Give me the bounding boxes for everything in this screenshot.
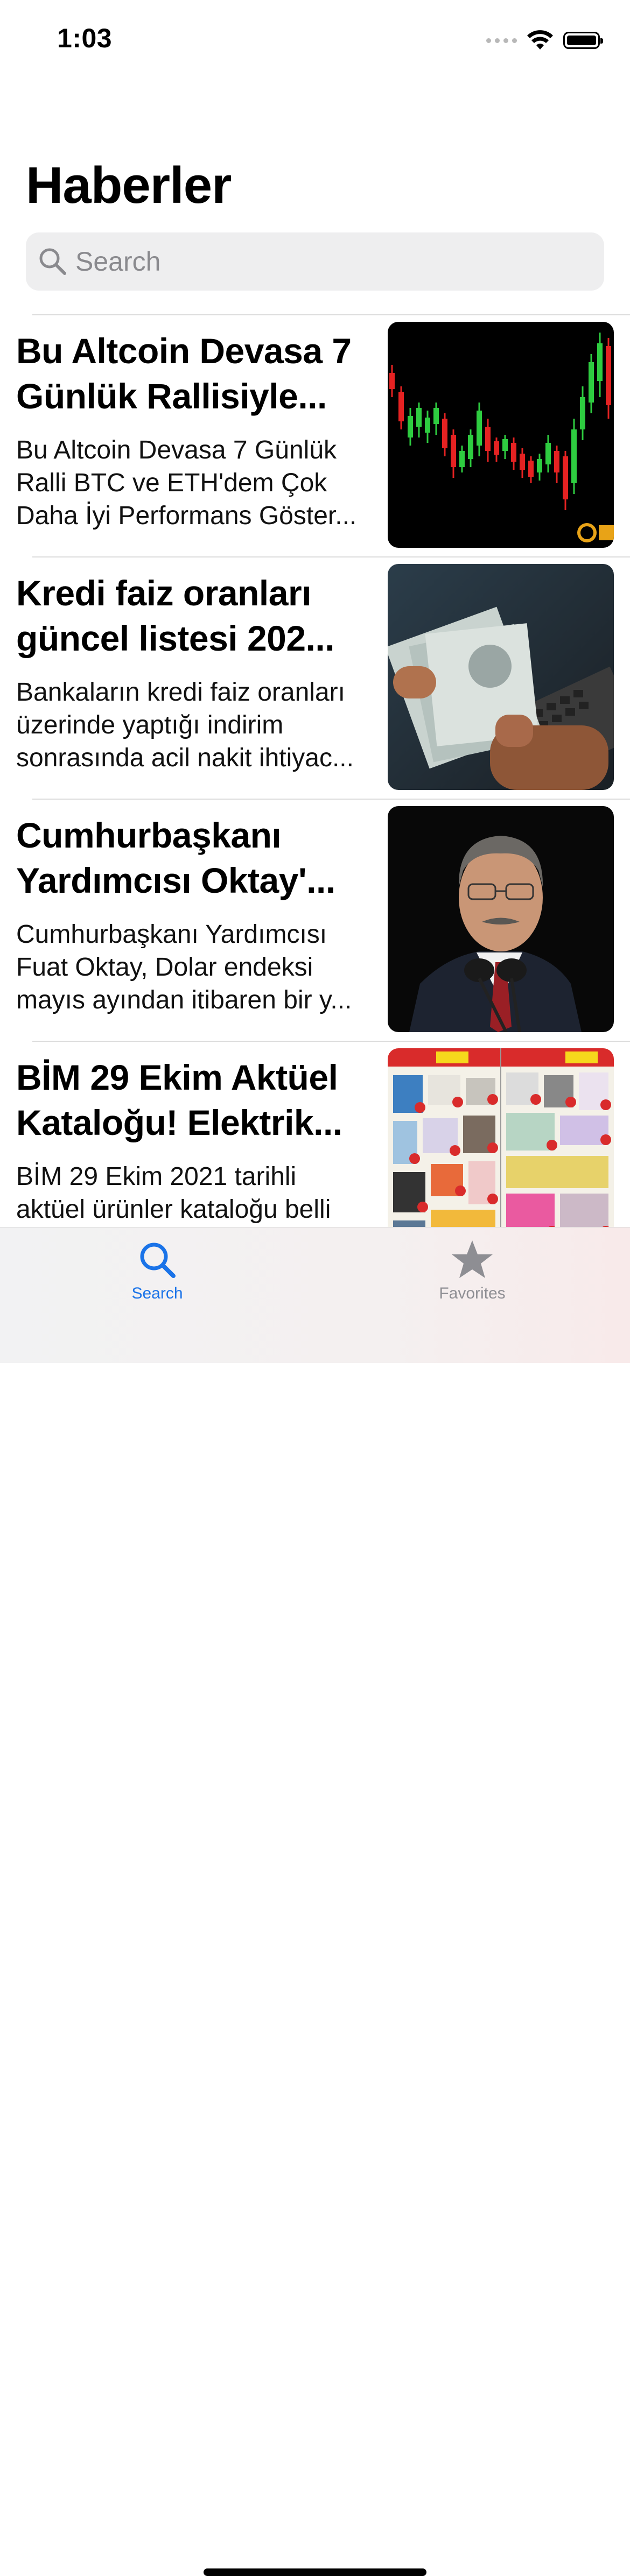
- tab-search[interactable]: Search: [76, 1238, 238, 1303]
- news-thumbnail: [388, 322, 614, 548]
- news-row[interactable]: Cumhurbaşkanı Yardımcısı Oktay'... Cumhu…: [0, 799, 630, 1041]
- page-title: Haberler: [26, 157, 232, 214]
- news-description: BİM 29 Ekim 2021 tarihli aktüel ürünler …: [16, 1162, 331, 1224]
- news-title: Cumhurbaşkanı Yardımcısı Oktay'...: [16, 815, 335, 900]
- news-row[interactable]: Kredi faiz oranları güncel listesi 202..…: [0, 556, 630, 799]
- tab-favorites-label: Favorites: [439, 1285, 506, 1302]
- row-divider: [32, 799, 630, 800]
- search-input[interactable]: [74, 245, 561, 278]
- tab-search-label: Search: [131, 1285, 183, 1302]
- news-row[interactable]: BİM 29 Ekim Aktüel Kataloğu! Elektrik...…: [0, 1041, 630, 1227]
- battery-icon: [563, 32, 603, 49]
- home-indicator: [204, 2568, 426, 2576]
- news-title: BİM 29 Ekim Aktüel Kataloğu! Elektrik...: [16, 1057, 342, 1142]
- search-icon: [39, 248, 66, 275]
- star-icon: [452, 1240, 493, 1278]
- row-divider: [32, 556, 630, 557]
- search-icon: [140, 1243, 176, 1278]
- tab-favorites[interactable]: Favorites: [391, 1238, 553, 1303]
- status-time: 1:03: [57, 23, 113, 53]
- row-divider: [32, 1041, 630, 1042]
- news-title: Kredi faiz oranları güncel listesi 202..…: [16, 573, 335, 658]
- news-thumbnail: [388, 564, 614, 790]
- search-bar[interactable]: [26, 232, 604, 291]
- news-description: Cumhurbaşkanı Yardımcısı Fuat Oktay, Dol…: [16, 920, 352, 1014]
- row-divider: [32, 314, 630, 315]
- status-bar: 1:03: [0, 0, 630, 75]
- news-thumbnail: [388, 806, 614, 1032]
- news-title: Bu Altcoin Devasa 7 Günlük Rallisiyle...: [16, 331, 352, 416]
- news-row[interactable]: Bu Altcoin Devasa 7 Günlük Rallisiyle...…: [0, 314, 630, 556]
- tab-bar: Search Favorites: [0, 1227, 630, 2576]
- status-icons: [486, 27, 603, 54]
- news-list[interactable]: Bu Altcoin Devasa 7 Günlük Rallisiyle...…: [0, 314, 630, 1227]
- news-description: Bankaların kredi faiz oranları üzerinde …: [16, 678, 354, 772]
- wifi-icon: [527, 30, 553, 50]
- news-description: Bu Altcoin Devasa 7 Günlük Ralli BTC ve …: [16, 436, 357, 530]
- news-thumbnail: [388, 1048, 614, 1227]
- cellular-signal-icon: [486, 38, 517, 43]
